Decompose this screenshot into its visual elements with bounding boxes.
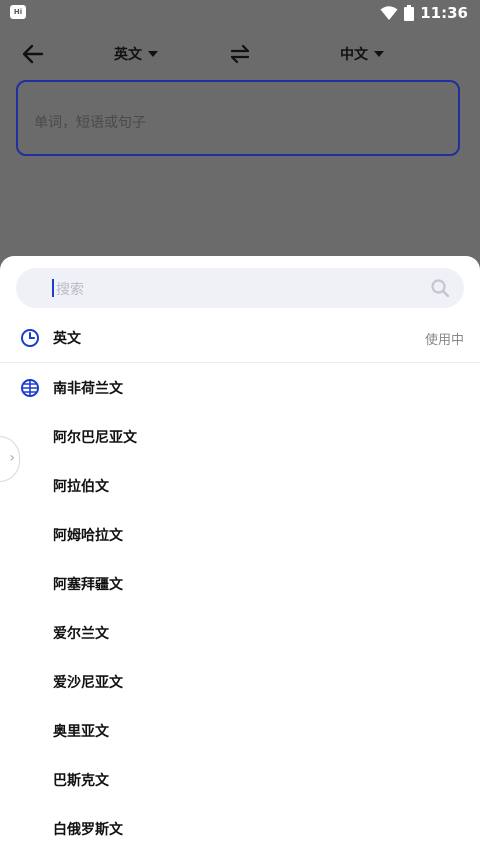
- battery-icon: [404, 5, 415, 21]
- wifi-icon: [380, 6, 398, 20]
- language-label: 阿塞拜疆文: [53, 577, 123, 593]
- language-item[interactable]: 爱沙尼亚文: [0, 658, 480, 706]
- language-item[interactable]: 阿塞拜疆文: [0, 560, 480, 608]
- language-item[interactable]: 阿拉伯文: [0, 462, 480, 510]
- target-language-label: 中文: [340, 47, 368, 63]
- language-item[interactable]: 爱尔兰文: [0, 609, 480, 657]
- language-item[interactable]: 南非荷兰文: [0, 364, 480, 412]
- language-label: 阿拉伯文: [53, 479, 109, 495]
- source-language-select[interactable]: 英文: [114, 42, 158, 66]
- language-label: 爱沙尼亚文: [53, 675, 123, 691]
- language-label: 阿尔巴尼亚文: [53, 430, 137, 446]
- current-language-row[interactable]: 英文 使用中: [0, 314, 480, 362]
- chevron-right-icon: ›: [9, 450, 15, 466]
- clock: 11:36: [420, 4, 468, 22]
- language-item[interactable]: 阿尔巴尼亚文: [0, 413, 480, 461]
- caret-down-icon: [374, 51, 384, 57]
- language-item[interactable]: 白俄罗斯文: [0, 805, 480, 852]
- language-item[interactable]: 阿姆哈拉文: [0, 511, 480, 559]
- language-picker-sheet: 搜索 英文 使用中 南非荷兰文 阿尔巴尼亚文 阿拉伯文 阿姆哈拉文 阿塞拜疆文 …: [0, 256, 480, 852]
- notification-icon: Hi: [10, 5, 26, 19]
- translate-input-placeholder: 单词，短语或句子: [34, 115, 146, 131]
- back-arrow-icon[interactable]: [20, 41, 46, 67]
- language-item[interactable]: 巴斯克文: [0, 756, 480, 804]
- search-icon[interactable]: [430, 278, 450, 298]
- language-label: 南非荷兰文: [53, 381, 123, 397]
- status-bar: Hi 11:36: [0, 0, 480, 26]
- search-placeholder: 搜索: [56, 282, 84, 298]
- language-label: 奥里亚文: [53, 724, 109, 740]
- caret-down-icon: [148, 51, 158, 57]
- text-cursor: [52, 279, 54, 297]
- current-language-label: 英文: [53, 331, 81, 347]
- language-search-input[interactable]: 搜索: [16, 268, 464, 308]
- globe-icon: [21, 379, 39, 397]
- translate-input[interactable]: 单词，短语或句子: [16, 80, 460, 156]
- in-use-status: 使用中: [424, 333, 464, 348]
- language-label: 阿姆哈拉文: [53, 528, 123, 544]
- language-item[interactable]: 奥里亚文: [0, 707, 480, 755]
- language-label: 白俄罗斯文: [53, 822, 123, 838]
- source-language-label: 英文: [114, 47, 142, 63]
- swap-languages-icon[interactable]: [228, 42, 252, 66]
- target-language-select[interactable]: 中文: [340, 42, 384, 66]
- divider: [0, 362, 480, 363]
- language-label: 巴斯克文: [53, 773, 109, 789]
- language-label: 爱尔兰文: [53, 626, 109, 642]
- clock-icon: [21, 329, 39, 347]
- top-bar: 英文 中文: [0, 30, 480, 78]
